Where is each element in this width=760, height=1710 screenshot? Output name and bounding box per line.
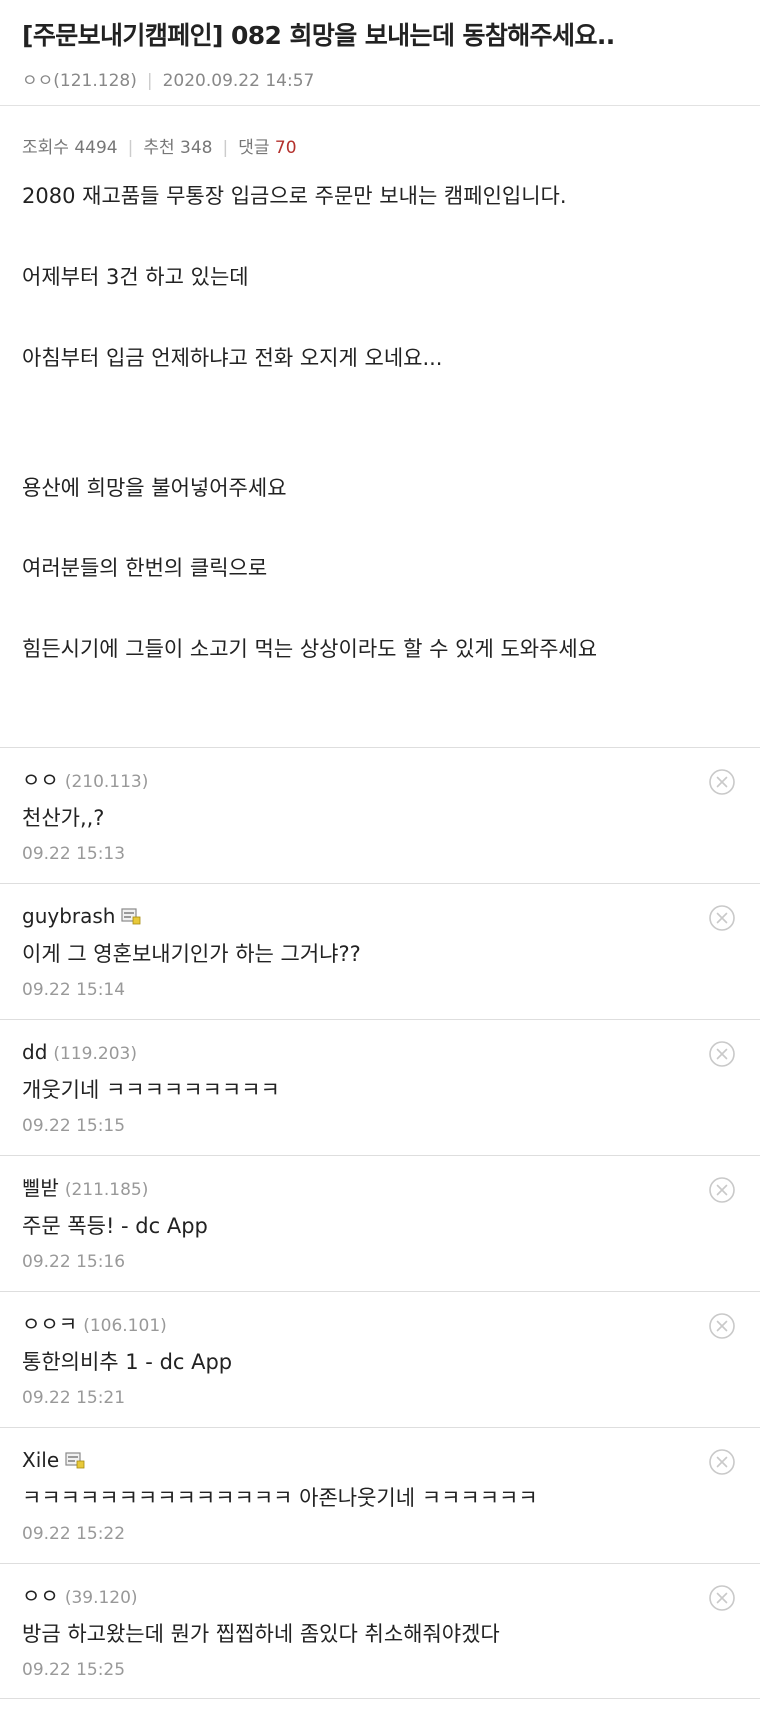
delete-circle-icon[interactable] [708, 1040, 736, 1068]
comment-time: 09.22 15:14 [22, 980, 126, 1000]
post-content: 조회수 4494 | 추천 348 | 댓글 70 2080 재고품들 무통장 입금으로… [0, 106, 760, 664]
comment-text: 천산가,,? [22, 806, 105, 830]
post-body-line: 용산에 희망을 불어넣어주세요 [22, 476, 287, 500]
comment-header: ㅇㅇㅋ (106.101) [22, 1292, 738, 1340]
comment-item: ㅇㅇ (210.113) 천산가,,? 09.22 15:13 [0, 747, 760, 883]
post-body-line: 어제부터 3건 하고 있는데 [22, 265, 249, 289]
delete-circle-icon[interactable] [708, 768, 736, 796]
post-stats: 조회수 4494 | 추천 348 | 댓글 70 [22, 106, 738, 160]
comment-time: 09.22 15:15 [22, 1116, 126, 1136]
comment-ip: (210.113) [64, 772, 149, 792]
comment-text: 주문 폭등! - dc App [22, 1214, 208, 1238]
gallog-member-icon[interactable] [65, 1451, 85, 1469]
comment-header: dd (119.203) [22, 1020, 738, 1068]
comment-item: Xile ㅋㅋㅋㅋㅋㅋㅋㅋㅋㅋㅋㅋㅋㅋ 아존나웃기네 ㅋㅋㅋㅋㅋㅋ 09.22 … [0, 1427, 760, 1563]
post-author[interactable]: ㅇㅇ(121.128) [22, 71, 137, 91]
comment-header: Xile [22, 1428, 738, 1476]
delete-circle-icon[interactable] [708, 904, 736, 932]
comment-count[interactable]: 70 [275, 138, 297, 158]
delete-circle-icon[interactable] [708, 1448, 736, 1476]
comment-time: 09.22 15:13 [22, 844, 126, 864]
comment-count-label[interactable]: 댓글 [238, 138, 269, 158]
comment-text: 방금 하고왔는데 뭔가 찝찝하네 좀있다 취소해줘야겠다 [22, 1622, 500, 1646]
comment-author[interactable]: Xile [22, 1448, 59, 1472]
comment-list: ㅇㅇ (210.113) 천산가,,? 09.22 15:13 guybrash … [0, 747, 760, 1699]
comment-text: ㅋㅋㅋㅋㅋㅋㅋㅋㅋㅋㅋㅋㅋㅋ 아존나웃기네 ㅋㅋㅋㅋㅋㅋ [22, 1486, 538, 1510]
comment-header: 삘받 (211.185) [22, 1156, 738, 1204]
meta-divider: | [146, 71, 153, 91]
post-body-line: 여러분들의 한번의 클릭으로 [22, 556, 268, 580]
comment-item: dd (119.203) 개웃기네 ㅋㅋㅋㅋㅋㅋㅋㅋㅋ 09.22 15:15 [0, 1019, 760, 1155]
comment-item: guybrash 이게 그 영혼보내기인가 하는 그거냐?? 09.22 15:… [0, 883, 760, 1019]
post-header: [주문보내기캠페인] 082 희망을 보내는데 동참해주세요.. ㅇㅇ(121.… [0, 0, 760, 106]
comment-ip: (211.185) [64, 1180, 149, 1200]
comment-text: 이게 그 영혼보내기인가 하는 그거냐?? [22, 942, 361, 966]
post-date: 2020.09.22 14:57 [162, 71, 315, 91]
post-body-line: 아침부터 입금 언제하냐고 전화 오지게 오네요... [22, 346, 443, 370]
comment-author[interactable]: guybrash [22, 904, 115, 928]
comment-item: ㅇㅇㅋ (106.101) 통한의비추 1 - dc App 09.22 15:2… [0, 1291, 760, 1427]
comment-author[interactable]: ㅇㅇ [22, 768, 59, 792]
comment-ip: (39.120) [64, 1588, 138, 1608]
stats-divider: | [222, 138, 229, 158]
post-body-line: 힘든시기에 그들이 소고기 먹는 상상이라도 할 수 있게 도와주세요 [22, 637, 598, 661]
post-title: [주문보내기캠페인] 082 희망을 보내는데 동참해주세요.. [22, 21, 615, 50]
comment-header: ㅇㅇ (39.120) [22, 1564, 738, 1612]
comment-time: 09.22 15:25 [22, 1660, 126, 1680]
view-count: 조회수 4494 [22, 138, 118, 158]
stats-divider: | [127, 138, 134, 158]
post-meta: ㅇㅇ(121.128) | 2020.09.22 14:57 [22, 66, 738, 91]
comment-text: 개웃기네 ㅋㅋㅋㅋㅋㅋㅋㅋㅋ [22, 1078, 280, 1102]
comment-author[interactable]: 삘받 [22, 1176, 59, 1200]
comment-text: 통한의비추 1 - dc App [22, 1350, 233, 1374]
delete-circle-icon[interactable] [708, 1176, 736, 1204]
comment-ip: (106.101) [83, 1316, 167, 1336]
comment-header: guybrash [22, 884, 738, 932]
comment-author[interactable]: ㅇㅇㅋ [22, 1312, 77, 1336]
comment-ip: (119.203) [53, 1044, 137, 1064]
post-body-line: 2080 재고품들 무통장 입금으로 주문만 보내는 캠페인입니다. [22, 184, 567, 208]
gallog-member-icon[interactable] [121, 907, 141, 925]
delete-circle-icon[interactable] [708, 1312, 736, 1340]
delete-circle-icon[interactable] [708, 1584, 736, 1612]
comment-item: 삘받 (211.185) 주문 폭등! - dc App 09.22 15:16 [0, 1155, 760, 1291]
comment-author[interactable]: ㅇㅇ [22, 1584, 59, 1608]
comment-author[interactable]: dd [22, 1040, 47, 1064]
recommend-count: 추천 348 [143, 138, 213, 158]
comment-item: ㅇㅇ (39.120) 방금 하고왔는데 뭔가 찝찝하네 좀있다 취소해줘야겠다 … [0, 1563, 760, 1699]
comment-time: 09.22 15:16 [22, 1252, 126, 1272]
comment-time: 09.22 15:22 [22, 1524, 126, 1544]
comment-header: ㅇㅇ (210.113) [22, 748, 738, 796]
comment-time: 09.22 15:21 [22, 1388, 126, 1408]
